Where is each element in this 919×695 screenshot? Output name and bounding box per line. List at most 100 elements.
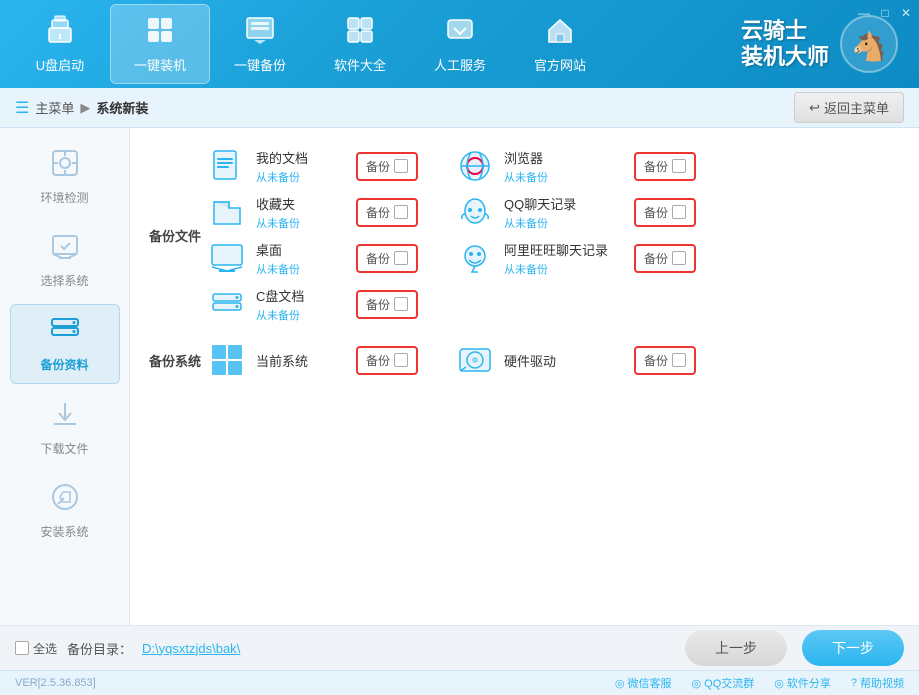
- menu-icon: ☰: [15, 98, 29, 118]
- nav-install[interactable]: 一键装机: [110, 4, 210, 84]
- cdocs-icon: [208, 285, 246, 323]
- desktop-info-cell: 桌面 从未备份: [253, 235, 353, 281]
- download-icon: [50, 399, 80, 436]
- install-icon: [144, 14, 176, 51]
- help-video-label: 帮助视频: [860, 675, 904, 691]
- divider-row: [145, 327, 904, 337]
- backup-label-9: 备份: [644, 352, 668, 369]
- back-button[interactable]: ↩ 返回主菜单: [794, 92, 904, 123]
- select-sys-icon: [50, 231, 80, 268]
- qq-group-link[interactable]: ◎ QQ交流群: [692, 675, 755, 691]
- my-docs-backup-ctrl-cell: 备份: [353, 143, 433, 189]
- browser-info-cell: 浏览器 从未备份: [501, 143, 631, 189]
- qq-checkbox[interactable]: [672, 205, 686, 219]
- cdocs-checkbox[interactable]: [394, 297, 408, 311]
- sidebar-item-install-sys[interactable]: 安装系统: [10, 472, 120, 550]
- my-docs-checkbox[interactable]: [394, 159, 408, 173]
- cdocs-row: C盘文档 从未备份 备份: [145, 281, 904, 327]
- qq-info-cell: QQ聊天记录 从未备份: [501, 189, 631, 235]
- back-label: 返回主菜单: [824, 98, 889, 117]
- software-share-label: 软件分享: [787, 675, 831, 691]
- favorites-icon: [208, 193, 246, 231]
- nav-backup[interactable]: 一键备份: [210, 4, 310, 84]
- nav-service[interactable]: 人工服务: [410, 4, 510, 84]
- content-area: 备份文件 我的文档: [130, 128, 919, 625]
- sidebar-item-backup-data[interactable]: 备份资料: [10, 304, 120, 384]
- curr-sys-icon: [208, 341, 246, 379]
- aliww-backup-ctrl-cell: 备份: [631, 235, 904, 281]
- aliww-checkbox[interactable]: [672, 251, 686, 265]
- install-sys-icon: [50, 482, 80, 519]
- hw-backup-box: 备份: [634, 346, 696, 375]
- wechat-label: 微信客服: [628, 675, 672, 691]
- curr-sys-info-cell: 当前系统: [253, 337, 353, 383]
- sidebar-item-download[interactable]: 下载文件: [10, 389, 120, 467]
- backup-label-5: 备份: [366, 250, 390, 267]
- status-bar: VER[2.5.36.853] ◎ 微信客服 ◎ QQ交流群 ◎ 软件分享 ? …: [0, 670, 919, 695]
- service-icon: [444, 14, 476, 51]
- file-section-header-row: 备份文件 我的文档: [145, 143, 904, 189]
- browser-checkbox[interactable]: [672, 159, 686, 173]
- favorites-name: 收藏夹: [256, 194, 350, 213]
- aliww-icon: [456, 239, 494, 277]
- cdocs-icon-cell: [205, 281, 253, 327]
- breadcrumb-home[interactable]: 主菜单: [35, 98, 74, 117]
- hw-checkbox[interactable]: [672, 353, 686, 367]
- dir-label: 备份目录：: [67, 639, 132, 658]
- prev-button[interactable]: 上一步: [685, 630, 787, 666]
- hw-icon: [456, 341, 494, 379]
- nav-usb[interactable]: U盘启动: [10, 4, 110, 84]
- nav-backup-label: 一键备份: [234, 55, 286, 74]
- backup-label-6: 备份: [644, 250, 668, 267]
- nav-software[interactable]: 软件大全: [310, 4, 410, 84]
- aliww-status: 从未备份: [504, 261, 628, 277]
- hw-name: 硬件驱动: [504, 351, 628, 370]
- main-content: 环境检测 选择系统: [0, 128, 919, 625]
- favorites-checkbox[interactable]: [394, 205, 408, 219]
- help-video-icon: ?: [851, 677, 857, 689]
- header: — □ ✕ U盘启动: [0, 0, 919, 88]
- backup-label-7: 备份: [366, 296, 390, 313]
- wechat-service-link[interactable]: ◎ 微信客服: [615, 675, 672, 691]
- hw-backup-ctrl-cell: 备份: [631, 337, 904, 383]
- dir-path[interactable]: D:\yqsxtzjds\bak\: [142, 641, 240, 656]
- qq-icon: [456, 193, 494, 231]
- desktop-icon-cell: [205, 235, 253, 281]
- next-button[interactable]: 下一步: [802, 630, 904, 666]
- cdocs-info-cell: C盘文档 从未备份: [253, 281, 353, 327]
- bottom-bar: 全选 备份目录： D:\yqsxtzjds\bak\ 上一步 下一步: [0, 625, 919, 670]
- curr-sys-backup-box: 备份: [356, 346, 418, 375]
- close-button[interactable]: ✕: [898, 5, 914, 21]
- logo: 云骑士 装机大师 🐴: [741, 14, 899, 74]
- spacer4: [433, 281, 453, 327]
- backup-label-2: 备份: [644, 158, 668, 175]
- breadcrumb-bar: ☰ 主菜单 ▶ 系统新装 ↩ 返回主菜单: [0, 88, 919, 128]
- backup-icon: [244, 14, 276, 51]
- breadcrumb: ☰ 主菜单 ▶ 系统新装: [15, 98, 148, 118]
- cdocs-backup-ctrl-cell: 备份: [353, 281, 433, 327]
- nav-website[interactable]: 官方网站: [510, 4, 610, 84]
- browser-icon: [456, 147, 494, 185]
- select-all-label[interactable]: 全选: [15, 640, 57, 657]
- curr-sys-checkbox[interactable]: [394, 353, 408, 367]
- desktop-status: 从未备份: [256, 261, 350, 277]
- browser-name: 浏览器: [504, 148, 628, 167]
- sidebar-item-select-sys[interactable]: 选择系统: [10, 221, 120, 299]
- desktop-name: 桌面: [256, 240, 350, 259]
- curr-sys-icon-cell: [205, 337, 253, 383]
- desktop-checkbox[interactable]: [394, 251, 408, 265]
- software-icon: [344, 14, 376, 51]
- aliww-name: 阿里旺旺聊天记录: [504, 240, 628, 259]
- backup-label-1: 备份: [366, 158, 390, 175]
- nav-software-label: 软件大全: [334, 55, 386, 74]
- select-all-checkbox[interactable]: [15, 641, 29, 655]
- cdocs-backup-box: 备份: [356, 290, 418, 319]
- backup-system-label: 备份系统: [145, 337, 205, 383]
- software-share-link[interactable]: ◎ 软件分享: [774, 675, 831, 691]
- help-video-link[interactable]: ? 帮助视频: [851, 675, 904, 691]
- backup-label-3: 备份: [366, 204, 390, 221]
- backup-data-icon: [50, 315, 80, 352]
- nav-usb-label: U盘启动: [36, 55, 84, 74]
- favorites-row: 收藏夹 从未备份 备份: [145, 189, 904, 235]
- sidebar-item-env-check[interactable]: 环境检测: [10, 138, 120, 216]
